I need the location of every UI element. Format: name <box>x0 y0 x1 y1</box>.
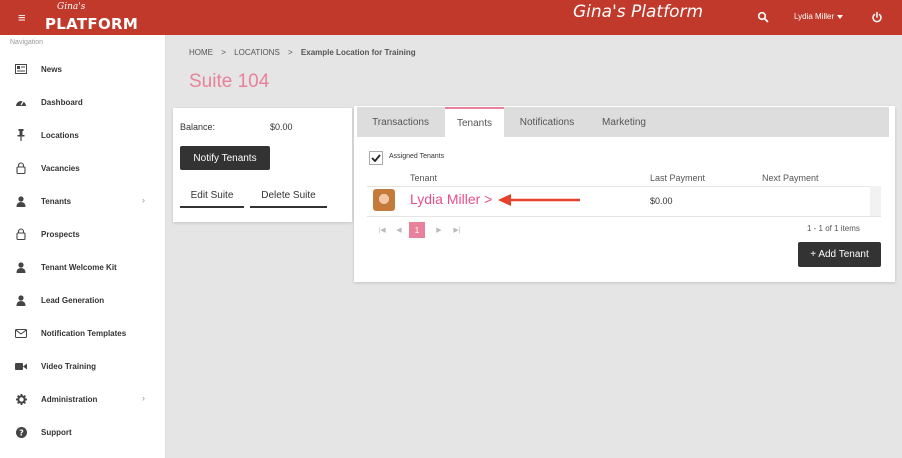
sidebar-item-notification-templates[interactable]: Notification Templates <box>0 326 166 359</box>
table-divider <box>367 216 881 217</box>
sidebar-item-label: Dashboard <box>41 98 83 107</box>
suite-summary-card: Balance: $0.00 Notify Tenants Edit Suite… <box>173 108 352 222</box>
sidebar-item-news[interactable]: News <box>0 62 166 95</box>
breadcrumb-separator: > <box>221 48 226 57</box>
sidebar-item-vacancies[interactable]: Vacancies <box>0 161 166 194</box>
column-header-tenant[interactable]: Tenant <box>410 173 437 183</box>
logo-script: Gina's <box>57 2 86 12</box>
svg-text:?: ? <box>19 428 24 437</box>
sidebar-item-label: Support <box>41 428 72 437</box>
sidebar-item-label: Notification Templates <box>41 329 127 338</box>
lock-icon <box>14 227 28 241</box>
sidebar-item-label: Tenant Welcome Kit <box>41 263 117 272</box>
delete-suite-button[interactable]: Delete Suite <box>250 184 327 208</box>
sidebar-item-label: Prospects <box>41 230 80 239</box>
sidebar-item-label: Tenants <box>41 197 72 206</box>
balance-label: Balance: <box>180 122 216 132</box>
assigned-tenants-label: Assigned Tenants <box>389 153 445 160</box>
tab-bar: Transactions Tenants Notifications Marke… <box>357 107 889 137</box>
prev-page-button[interactable]: ◀ <box>391 222 407 238</box>
power-icon[interactable] <box>871 11 883 23</box>
next-page-button[interactable]: ▶ <box>431 222 447 238</box>
scrollbar[interactable] <box>870 186 881 216</box>
sidebar-item-label: Lead Generation <box>41 296 105 305</box>
dashboard-icon <box>14 95 28 109</box>
chevron-right-icon: › <box>142 393 145 403</box>
video-icon <box>14 359 28 373</box>
sidebar-item-label: Vacancies <box>41 164 80 173</box>
first-page-button[interactable]: |◀ <box>374 222 390 238</box>
page-title: Suite 104 <box>189 71 270 92</box>
chevron-right-icon: › <box>142 195 145 205</box>
balance-value: $0.00 <box>270 122 293 132</box>
newspaper-icon <box>14 62 28 76</box>
user-name: Lydia Miller <box>794 12 835 21</box>
user-icon <box>14 293 28 307</box>
nav-heading: Navigation <box>10 39 44 46</box>
tab-transactions[interactable]: Transactions <box>357 107 444 137</box>
sidebar-item-tenant-welcome-kit[interactable]: Tenant Welcome Kit <box>0 260 166 293</box>
breadcrumb-current[interactable]: Example Location for Training <box>301 48 416 57</box>
top-bar: ≡ Gina's PLATFORM Gina's Platform Lydia … <box>0 0 902 35</box>
annotation-arrow-icon <box>498 194 580 206</box>
tab-marketing[interactable]: Marketing <box>589 107 659 137</box>
lock-icon <box>14 161 28 175</box>
search-icon[interactable] <box>757 11 769 23</box>
gear-icon <box>14 392 28 406</box>
breadcrumb-home[interactable]: HOME <box>189 48 213 57</box>
app-title: Gina's Platform <box>573 2 704 22</box>
sidebar-item-tenants[interactable]: Tenants › <box>0 194 166 227</box>
notify-tenants-button[interactable]: Notify Tenants <box>180 146 270 170</box>
pager: |◀ ◀ 1 ▶ ▶| <box>374 222 474 238</box>
user-menu[interactable]: Lydia Miller <box>794 12 844 21</box>
sidebar: Navigation News Dashboard Locations Vaca… <box>0 35 166 458</box>
column-header-next-payment[interactable]: Next Payment <box>762 173 819 183</box>
breadcrumb: HOME > LOCATIONS > Example Location for … <box>189 48 422 57</box>
tab-notifications[interactable]: Notifications <box>505 107 589 137</box>
sidebar-item-prospects[interactable]: Prospects <box>0 227 166 260</box>
envelope-icon <box>14 326 28 340</box>
last-page-button[interactable]: ▶| <box>449 222 465 238</box>
checkmark-icon <box>371 154 381 162</box>
user-icon <box>14 194 28 208</box>
edit-suite-button[interactable]: Edit Suite <box>180 184 244 208</box>
question-icon: ? <box>14 425 28 439</box>
assigned-tenants-checkbox[interactable] <box>369 151 383 165</box>
logo-wordmark: PLATFORM <box>45 15 139 33</box>
sidebar-item-lead-generation[interactable]: Lead Generation <box>0 293 166 326</box>
sidebar-item-label: Video Training <box>41 362 96 371</box>
tenant-name-link[interactable]: Lydia Miller > <box>410 191 492 207</box>
avatar <box>373 189 395 211</box>
add-tenant-button[interactable]: + Add Tenant <box>798 242 881 267</box>
sidebar-item-video-training[interactable]: Video Training <box>0 359 166 392</box>
table-row: Lydia Miller > $0.00 <box>367 186 881 216</box>
hamburger-icon[interactable]: ≡ <box>18 11 26 24</box>
column-header-last-payment[interactable]: Last Payment <box>650 173 705 183</box>
items-count: 1 - 1 of 1 items <box>807 224 860 233</box>
suite-details-panel: Transactions Tenants Notifications Marke… <box>354 106 895 282</box>
sidebar-item-support[interactable]: ? Support <box>0 425 166 458</box>
sidebar-item-locations[interactable]: Locations <box>0 128 166 161</box>
tab-tenants[interactable]: Tenants <box>445 107 504 137</box>
sidebar-item-administration[interactable]: Administration › <box>0 392 166 425</box>
user-icon <box>14 260 28 274</box>
sidebar-item-label: Locations <box>41 131 79 140</box>
sidebar-item-label: Administration <box>41 395 98 404</box>
breadcrumb-locations[interactable]: LOCATIONS <box>234 48 280 57</box>
sidebar-item-dashboard[interactable]: Dashboard <box>0 95 166 128</box>
breadcrumb-separator: > <box>288 48 293 57</box>
sidebar-item-label: News <box>41 65 62 74</box>
caret-down-icon <box>837 14 844 19</box>
last-payment-value: $0.00 <box>650 196 673 206</box>
current-page[interactable]: 1 <box>409 222 425 238</box>
pin-icon <box>14 128 28 142</box>
